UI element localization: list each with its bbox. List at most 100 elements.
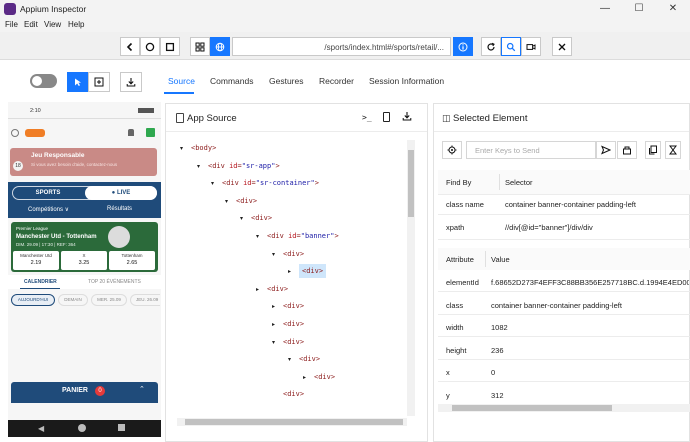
attributes-hscroll-thumb[interactable]	[452, 405, 612, 411]
tree-caret[interactable]: ▸	[256, 286, 259, 293]
refresh-button[interactable]	[481, 37, 501, 56]
tap-coordinates-button[interactable]	[88, 72, 110, 92]
tree-caret[interactable]: ▸	[272, 303, 275, 310]
tree-caret[interactable]: ▾	[272, 251, 275, 258]
send-keys-button[interactable]	[596, 141, 616, 159]
android-back-icon[interactable]: ◀	[38, 424, 44, 433]
chip-wed[interactable]: MER. 25.09	[91, 294, 127, 306]
search-button[interactable]	[501, 37, 521, 56]
xml-hscroll-thumb[interactable]	[185, 419, 403, 425]
odds-home-button[interactable]: Manchester Utd 2.19	[13, 251, 59, 270]
tree-caret[interactable]: ▸	[272, 321, 275, 328]
xml-tag: <body>	[191, 144, 217, 152]
tree-caret[interactable]: ▾	[240, 215, 243, 222]
chip-today[interactable]: AUJOURD'HUI	[11, 294, 55, 306]
app-switch-button[interactable]	[160, 37, 180, 56]
tab-recorder[interactable]: Recorder	[319, 76, 354, 86]
clear-text-button[interactable]	[617, 141, 637, 159]
value-header-label: Value	[491, 255, 510, 264]
xml-node[interactable]: <div>	[251, 214, 272, 222]
menu-view[interactable]: View	[44, 20, 61, 29]
minimize-button[interactable]: —	[588, 0, 622, 18]
quit-session-button[interactable]	[552, 37, 572, 56]
xml-node[interactable]: <div>	[267, 285, 288, 293]
xml-node[interactable]: <div>	[283, 302, 304, 310]
menu-edit[interactable]: Edit	[24, 20, 38, 29]
url-field[interactable]: /sports/index.html#/sports/retail/...	[232, 37, 451, 56]
android-home-icon[interactable]	[78, 424, 86, 432]
xml-node-selected[interactable]: <div>	[299, 264, 327, 279]
xml-scrollbar-thumb[interactable]	[408, 150, 414, 217]
close-window-button[interactable]: ✕	[656, 0, 690, 18]
tree-caret[interactable]: ▾	[211, 180, 214, 187]
selector-class-name-value[interactable]: container banner-container padding-left	[505, 200, 636, 209]
tree-caret[interactable]: ▾	[272, 339, 275, 346]
xml-node[interactable]: <div id="sr-container">	[222, 179, 319, 187]
info-button[interactable]	[453, 37, 473, 56]
select-elements-button[interactable]	[67, 72, 89, 92]
native-context-button[interactable]	[190, 37, 210, 56]
xml-vertical-scrollbar[interactable]	[407, 140, 415, 416]
attribute-value[interactable]: f.68652D273F4EFF3C88BB356E257718BC.d.199…	[491, 278, 689, 287]
menu-help[interactable]: Help	[68, 20, 84, 29]
terminal-icon[interactable]: >_	[362, 113, 372, 122]
tap-element-button[interactable]	[442, 141, 462, 159]
attributes-horizontal-scrollbar[interactable]	[438, 404, 690, 412]
attribute-value[interactable]: 0	[491, 368, 689, 377]
xml-node[interactable]: <div>	[314, 373, 335, 381]
toggle-live[interactable]: ● LIVE	[85, 186, 157, 200]
xml-horizontal-scrollbar[interactable]	[177, 418, 407, 426]
odds-draw-button[interactable]: X 3.25	[61, 251, 107, 270]
toggle-sports[interactable]: SPORTS	[12, 186, 84, 200]
nav-competitions[interactable]: Compétitions ∨	[28, 206, 69, 213]
xml-node[interactable]: <div>	[283, 320, 304, 328]
timing-button[interactable]	[665, 141, 681, 159]
mode-toggle[interactable]	[30, 74, 57, 88]
xml-node[interactable]: <div>	[283, 390, 304, 398]
android-recents-icon[interactable]	[118, 424, 125, 431]
web-context-button[interactable]	[210, 37, 230, 56]
tree-caret[interactable]: ▾	[197, 163, 200, 170]
nav-results[interactable]: Résultats	[107, 206, 132, 212]
tab-session-information[interactable]: Session Information	[369, 76, 444, 86]
copy-attributes-button[interactable]	[645, 141, 661, 159]
send-keys-input[interactable]: Enter Keys to Send	[466, 141, 596, 159]
attribute-value[interactable]: 1082	[491, 323, 689, 332]
attribute-value[interactable]: 236	[491, 346, 689, 355]
copy-xml-icon[interactable]	[383, 112, 390, 122]
tree-caret[interactable]: ▾	[225, 198, 228, 205]
tree-caret[interactable]: ▸	[303, 374, 306, 381]
tree-caret[interactable]: ▾	[288, 356, 291, 363]
download-xml-icon[interactable]	[402, 111, 412, 123]
selector-xpath-value[interactable]: //div[@id="banner"]/div/div	[505, 223, 593, 232]
xml-node[interactable]: <div>	[283, 338, 304, 346]
xml-node[interactable]: <div>	[299, 355, 320, 363]
odds-away-button[interactable]: Tottenham 2.65	[109, 251, 155, 270]
tree-caret[interactable]: ▾	[256, 233, 259, 240]
chip-tomorrow[interactable]: DEMAIN	[58, 294, 88, 306]
home-button[interactable]	[140, 37, 160, 56]
tree-caret[interactable]: ▸	[288, 268, 291, 275]
tab-source[interactable]: Source	[168, 76, 195, 86]
title-bar	[0, 0, 690, 18]
xml-node[interactable]: <div>	[236, 197, 257, 205]
back-button[interactable]	[120, 37, 140, 56]
xml-node[interactable]: <body>	[191, 144, 216, 152]
menu-file[interactable]: File	[5, 20, 18, 29]
attribute-value[interactable]: 312	[491, 391, 689, 400]
record-button[interactable]	[521, 37, 541, 56]
attribute-value[interactable]: container banner-container padding-left	[491, 301, 689, 310]
chip-thu[interactable]: JEU. 26.09	[130, 294, 160, 306]
tab-top20[interactable]: TOP 20 ÉVÉNEMENTS	[88, 279, 141, 285]
tree-caret[interactable]: ▾	[180, 145, 183, 152]
maximize-button[interactable]: ☐	[622, 0, 656, 18]
xml-tag: <div>	[283, 320, 305, 328]
tab-commands[interactable]: Commands	[210, 76, 253, 86]
download-screenshot-button[interactable]	[120, 72, 142, 92]
xml-node[interactable]: <div>	[283, 250, 304, 258]
tab-gestures[interactable]: Gestures	[269, 76, 304, 86]
xml-node[interactable]: <div id="banner">	[267, 232, 339, 240]
tab-calendar[interactable]: CALENDRIER	[24, 279, 57, 285]
chevron-up-icon[interactable]: ⌃	[139, 385, 145, 393]
xml-node[interactable]: <div id="sr-app">	[208, 162, 280, 170]
